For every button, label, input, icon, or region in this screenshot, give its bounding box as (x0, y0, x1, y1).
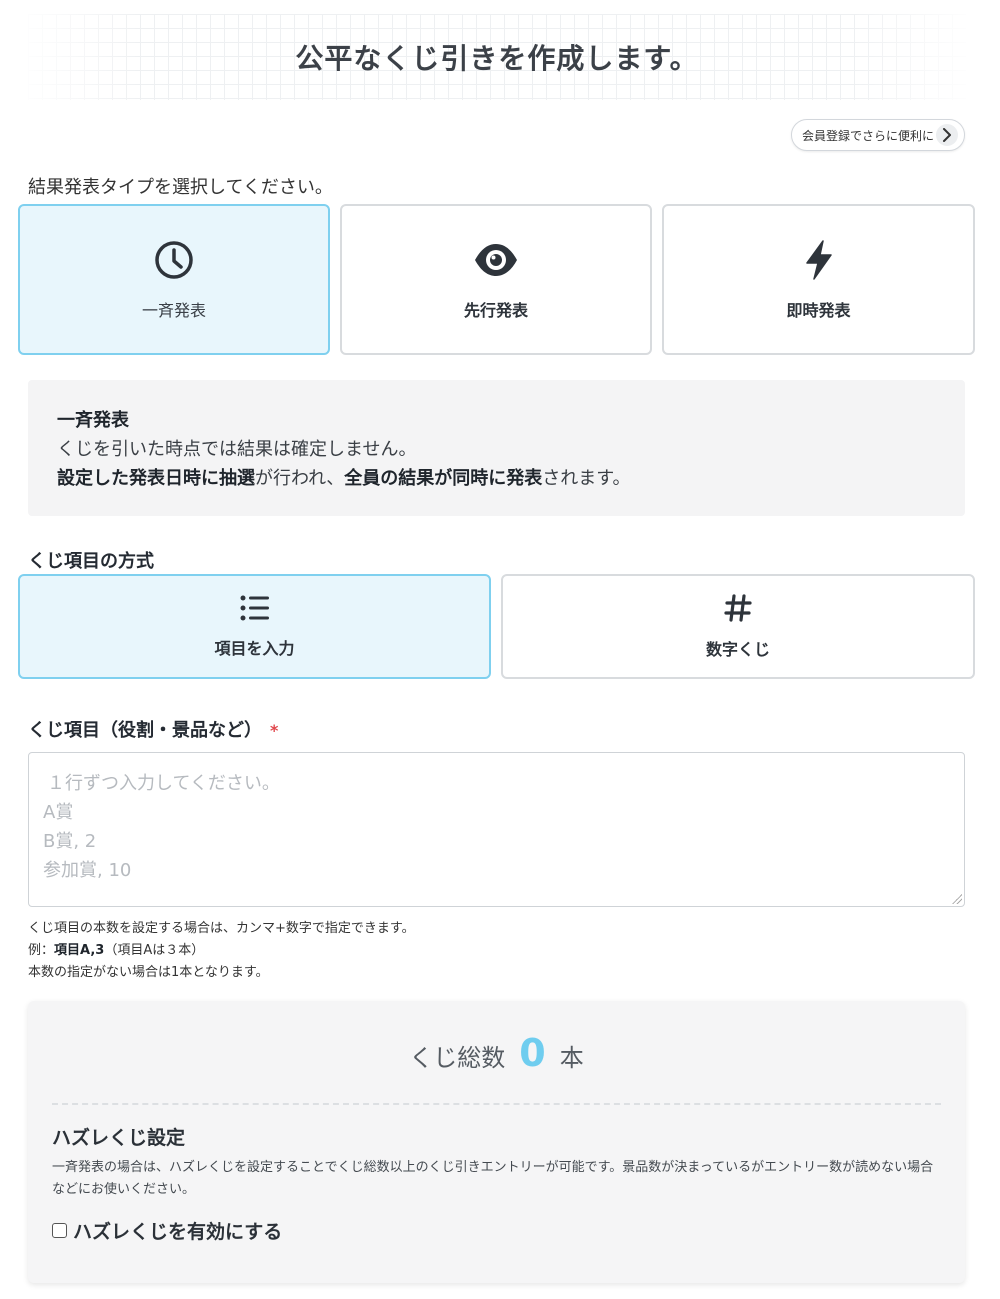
lottery-items-textarea[interactable]: １行ずつ入力してください。 A賞 B賞, 2 参加賞, 10 (28, 752, 965, 907)
hazure-enable-toggle[interactable]: ハズレくじを有効にする (52, 1217, 282, 1244)
result-type-label: 先行発表 (463, 300, 528, 320)
result-type-description: 一斉発表 くじを引いた時点では結果は確定しません。 設定した発表日時に抽選が行わ… (28, 380, 965, 516)
description-line2: 設定した発表日時に抽選が行われ、全員の結果が同時に発表されます。 (57, 464, 936, 493)
help-example-suffix: （項目Aは３本） (104, 943, 205, 958)
description-line1: くじを引いた時点では結果は確定しません。 (57, 439, 417, 460)
bolt-icon (802, 239, 836, 285)
hazure-title: ハズレくじ設定 (52, 1127, 186, 1149)
result-type-simultaneous[interactable]: 一斉発表 (18, 204, 330, 355)
result-type-label: 一斉発表 (141, 300, 206, 320)
result-type-prompt: 結果発表タイプを選択してください。 (28, 177, 333, 198)
page-header: 公平なくじ引きを作成します。 (28, 14, 966, 100)
help-line: 本数の指定がない場合は1本となります。 (28, 965, 269, 980)
resize-handle[interactable] (952, 894, 962, 904)
eye-icon (473, 239, 519, 285)
member-register-label: 会員登録でさらに便利に (802, 128, 935, 143)
method-label-text: 数字くじ (705, 639, 770, 659)
items-help-text: くじ項目の本数を設定する場合は、カンマ+数字で指定できます。 例：項目A,3（項… (28, 918, 415, 984)
hazure-checkbox[interactable] (52, 1223, 67, 1238)
required-mark: * (270, 721, 279, 740)
page: 公平なくじ引きを作成します。 会員登録でさらに便利に 結果発表タイプを選択してく… (0, 0, 1000, 1299)
result-type-label: 即時発表 (786, 300, 851, 320)
total-label: くじ総数 (409, 1044, 506, 1072)
method-item-input[interactable]: 項目を入力 (18, 574, 491, 679)
hash-icon (724, 593, 752, 626)
member-register-button[interactable]: 会員登録でさらに便利に (791, 119, 965, 151)
items-field-label: くじ項目（役割・景品など） * (28, 716, 278, 742)
description-emphasis: 全員の結果が同時に発表 (344, 468, 543, 489)
hazure-checkbox-label: ハズレくじを有効にする (73, 1221, 283, 1243)
placeholder-line: 参加賞, 10 (43, 860, 132, 881)
description-emphasis: 設定した発表日時に抽選 (57, 468, 255, 489)
total-count-value: 0 (519, 1031, 546, 1075)
hazure-description: 一斉発表の場合は、ハズレくじを設定することでくじ総数以上のくじ引きエントリーが可… (52, 1160, 934, 1197)
method-label-text: 項目を入力 (214, 638, 295, 658)
page-title: 公平なくじ引きを作成します。 (295, 42, 699, 75)
placeholder-line: １行ずつ入力してください。 (47, 773, 280, 794)
method-label: くじ項目の方式 (28, 551, 154, 572)
help-example-value: 項目A,3 (54, 943, 105, 958)
total-count: くじ総数 0 本 (28, 1031, 965, 1075)
placeholder-line: A賞 (43, 802, 74, 823)
list-icon (240, 595, 270, 625)
summary-panel: くじ総数 0 本 ハズレくじ設定 一斉発表の場合は、ハズレくじを設定することでく… (28, 1001, 965, 1283)
help-example-prefix: 例： (28, 943, 55, 958)
method-number-lottery[interactable]: 数字くじ (501, 574, 975, 679)
items-field-label-text: くじ項目（役割・景品など） (28, 720, 262, 741)
help-line: くじ項目の本数を設定する場合は、カンマ+数字で指定できます。 (28, 921, 415, 936)
help-example: 例：項目A,3（項目Aは３本） (28, 940, 415, 962)
divider (52, 1103, 941, 1105)
placeholder-line: B賞, 2 (43, 831, 97, 852)
total-unit: 本 (559, 1044, 584, 1072)
result-type-advance[interactable]: 先行発表 (340, 204, 652, 355)
description-text: されます。 (542, 468, 631, 489)
description-title: 一斉発表 (57, 410, 129, 431)
clock-icon (153, 239, 195, 285)
chevron-right-icon (936, 124, 958, 146)
result-type-instant[interactable]: 即時発表 (662, 204, 975, 355)
description-text: が行われ、 (255, 468, 345, 489)
